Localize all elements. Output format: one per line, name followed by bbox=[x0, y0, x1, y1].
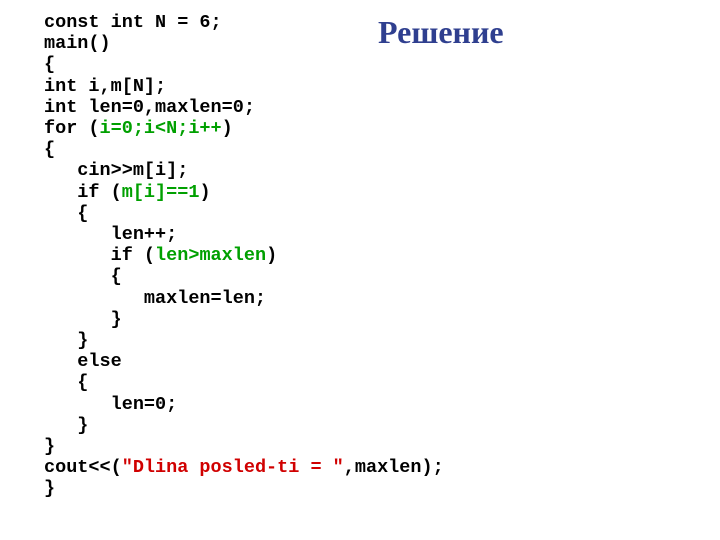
code-line-03: { bbox=[44, 54, 55, 75]
code-line-09c: ) bbox=[199, 182, 210, 203]
code-line-22c: ,maxlen); bbox=[344, 457, 444, 478]
code-line-15: } bbox=[44, 309, 122, 330]
code-line-04: int i,m[N]; bbox=[44, 76, 166, 97]
code-line-08: cin>>m[i]; bbox=[44, 160, 188, 181]
code-line-21: } bbox=[44, 436, 55, 457]
code-line-12a: if ( bbox=[44, 245, 155, 266]
code-line-11: len++; bbox=[44, 224, 177, 245]
code-line-07: { bbox=[44, 139, 55, 160]
code-line-12c: ) bbox=[266, 245, 277, 266]
code-line-23: } bbox=[44, 478, 55, 499]
code-line-13: { bbox=[44, 266, 122, 287]
code-line-20: } bbox=[44, 415, 88, 436]
code-line-01: const int N = 6; bbox=[44, 12, 222, 33]
code-line-19: len=0; bbox=[44, 394, 177, 415]
code-line-06b: i=0;i<N;i++ bbox=[100, 118, 222, 139]
code-line-16: } bbox=[44, 330, 88, 351]
code-line-09b: m[i]==1 bbox=[122, 182, 200, 203]
code-line-09a: if ( bbox=[44, 182, 122, 203]
code-line-18: { bbox=[44, 372, 88, 393]
code-line-06c: ) bbox=[222, 118, 233, 139]
code-line-05: int len=0,maxlen=0; bbox=[44, 97, 255, 118]
code-line-14: maxlen=len; bbox=[44, 288, 266, 309]
code-line-10: { bbox=[44, 203, 88, 224]
code-block: const int N = 6; main() { int i,m[N]; in… bbox=[44, 12, 444, 500]
code-line-22b: "Dlina posled-ti = " bbox=[122, 457, 344, 478]
code-line-02: main() bbox=[44, 33, 111, 54]
slide: Решение const int N = 6; main() { int i,… bbox=[0, 0, 720, 540]
code-line-12b: len>maxlen bbox=[155, 245, 266, 266]
code-line-06a: for ( bbox=[44, 118, 100, 139]
code-line-22a: cout<<( bbox=[44, 457, 122, 478]
code-line-17: else bbox=[44, 351, 122, 372]
